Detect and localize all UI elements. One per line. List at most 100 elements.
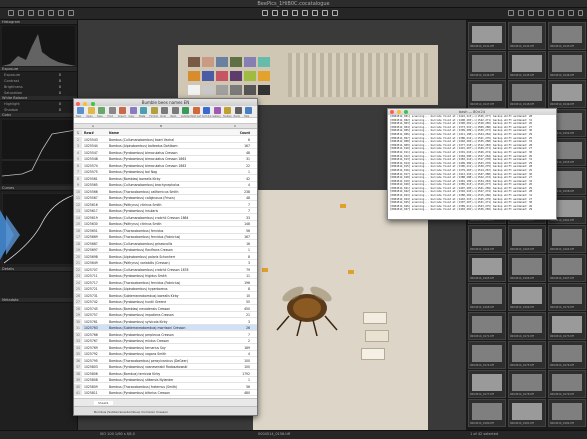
row-number[interactable]: 40 bbox=[74, 383, 82, 390]
table-row[interactable]: 38 1025806 Bombus (Bombus) terricola Kirby… bbox=[74, 370, 257, 377]
library-icon[interactable] bbox=[28, 10, 34, 16]
table-row[interactable]: 7 1025575 Bombus (Pyrobombus) bol Nag 1 bbox=[74, 169, 257, 176]
table-header-row[interactable]: 1 Row# Name Count bbox=[74, 130, 257, 137]
row-number[interactable]: 38 bbox=[74, 370, 82, 377]
table-row[interactable]: 28 1025745 Bombus (Bombias) nevadensis Cre… bbox=[74, 305, 257, 312]
row-number[interactable]: 29 bbox=[74, 312, 82, 319]
filmstrip-thumbnail[interactable]: 0004514_0181.tiff bbox=[508, 399, 546, 427]
table-row[interactable]: 27 1025742 Bombus (Pyrobombus) huntii Gree… bbox=[74, 299, 257, 306]
filmstrip-thumbnail[interactable]: 0004514_0176.tiff bbox=[548, 341, 586, 369]
curves-header[interactable]: Curves bbox=[0, 186, 77, 191]
row-number[interactable]: 15 bbox=[74, 221, 82, 228]
row-number[interactable]: 31 bbox=[74, 325, 82, 332]
row-number[interactable]: 1 bbox=[74, 130, 82, 137]
undo-icon[interactable] bbox=[48, 10, 54, 16]
row-number[interactable]: 17 bbox=[74, 234, 82, 241]
settings-icon[interactable] bbox=[68, 10, 74, 16]
row-number[interactable]: 8 bbox=[74, 175, 82, 182]
next-arrow-icon[interactable] bbox=[0, 210, 22, 260]
autosum-icon[interactable] bbox=[182, 107, 189, 114]
filmstrip-thumbnail[interactable]: 0004514_0143.tiff bbox=[548, 22, 586, 50]
crop-icon[interactable] bbox=[282, 10, 288, 16]
filmstrip-thumbnail[interactable]: 0004514_0146.tiff bbox=[548, 51, 586, 79]
row-number[interactable]: 32 bbox=[74, 331, 82, 338]
table-row[interactable]: 21 1025649 Bombus (Psithyrus) variabilis (… bbox=[74, 260, 257, 267]
zoom-window-button[interactable] bbox=[404, 110, 409, 114]
table-row[interactable]: 35 1025792 Bombus (Pyrobombus) vagans Smit… bbox=[74, 351, 257, 358]
row-number[interactable]: 20 bbox=[74, 253, 82, 260]
color-wheel-area[interactable] bbox=[1, 120, 77, 184]
filmstrip-thumbnail[interactable]: 0004514_0180.tiff bbox=[468, 399, 506, 427]
filmstrip-thumbnail[interactable]: 0004514_0145.tiff bbox=[508, 51, 546, 79]
table-row[interactable]: 11 1025567 Bombus (Pyrobombus) caliginosus… bbox=[74, 195, 257, 202]
zoom-window-button[interactable] bbox=[90, 101, 95, 106]
table-row[interactable]: 32 1025766 Bombus (Pyrobombus) perplexus C… bbox=[74, 331, 257, 338]
import-icon[interactable] bbox=[8, 10, 14, 16]
redo-icon[interactable] bbox=[58, 10, 64, 16]
save-icon[interactable] bbox=[98, 107, 105, 114]
table-row[interactable]: 20 1025698 Bombus (Alpinobombus) polaris S… bbox=[74, 253, 257, 260]
new-icon[interactable] bbox=[77, 107, 84, 114]
sort-z-a-icon[interactable] bbox=[203, 107, 210, 114]
row-number[interactable]: 6 bbox=[74, 162, 82, 169]
table-row[interactable]: 16 1025651 Bombus (Thoracobombus) fervidus… bbox=[74, 227, 257, 234]
table-row[interactable]: 14 1025619 Bombus (Cullumanobombus) crotch… bbox=[74, 214, 257, 221]
table-row[interactable]: 29 1025757 Bombus (Pyrobombus) impatiens C… bbox=[74, 312, 257, 319]
row-number[interactable]: 7 bbox=[74, 169, 82, 176]
copy-icon[interactable] bbox=[129, 107, 137, 114]
row-number[interactable]: 25 bbox=[74, 286, 82, 293]
row-number[interactable]: 24 bbox=[74, 279, 82, 286]
camera-icon[interactable] bbox=[38, 10, 44, 16]
close-window-button[interactable] bbox=[390, 110, 394, 114]
table-row[interactable]: 25 1025721 Bombus (Alpinobombus) hyperbore… bbox=[74, 286, 257, 293]
toolbox-icon[interactable] bbox=[224, 107, 231, 114]
close-window-button[interactable] bbox=[76, 101, 80, 106]
table-row[interactable]: 37 1025803 Bombus (Pyrobombus) vosnesenski… bbox=[74, 364, 257, 371]
table-row[interactable]: 9 1025565 Bombus (Cullumanobombus) brachyc… bbox=[74, 182, 257, 189]
grid-view-icon[interactable] bbox=[508, 10, 514, 16]
filmstrip-thumbnail[interactable]: 0004514_0141.tiff bbox=[468, 22, 506, 50]
filmstrip-thumbnail[interactable]: 0004514_0182.tiff bbox=[548, 399, 586, 427]
gradient-icon[interactable] bbox=[322, 10, 328, 16]
filmstrip-thumbnail[interactable]: 0004514_0178.tiff bbox=[508, 370, 546, 398]
table-row[interactable]: 4 1025547 Bombus (Pyrobombus) bimaculatus … bbox=[74, 149, 257, 156]
proof-icon[interactable] bbox=[548, 10, 554, 16]
table-row[interactable]: 17 1025669 Bombus (Thoracobombus) fervidus… bbox=[74, 234, 257, 241]
row-number[interactable]: 14 bbox=[74, 214, 82, 221]
row-number[interactable]: 37 bbox=[74, 364, 82, 371]
filmstrip-thumbnail[interactable]: 0004514_0147.tiff bbox=[468, 80, 506, 108]
column-header-c[interactable]: C bbox=[234, 124, 236, 129]
paste-icon[interactable] bbox=[140, 107, 147, 114]
row-number[interactable]: 13 bbox=[74, 208, 82, 215]
table-row[interactable]: 23 1025711 Bombus (Pyrobombus) frigidus Sm… bbox=[74, 273, 257, 280]
filmstrip-thumbnail[interactable]: 0004514_0177.tiff bbox=[468, 370, 506, 398]
row-number[interactable]: 5 bbox=[74, 156, 82, 163]
row-number[interactable]: 35 bbox=[74, 351, 82, 358]
table-row[interactable]: 24 1025717 Bombus (Thoracobombus) fervidus… bbox=[74, 279, 257, 286]
rotate-right-icon[interactable] bbox=[272, 10, 278, 16]
loupe-view-icon[interactable] bbox=[518, 10, 524, 16]
filmstrip-thumbnail[interactable]: 0004514_0172.tiff bbox=[508, 312, 546, 340]
open-icon[interactable] bbox=[87, 107, 95, 114]
row-number[interactable]: 27 bbox=[74, 299, 82, 306]
sheet-tab[interactable]: Sheet1 bbox=[94, 401, 113, 405]
row-number[interactable]: 18 bbox=[74, 240, 82, 247]
row-number[interactable]: 16 bbox=[74, 227, 82, 234]
table-row[interactable]: 13 1025617 Bombus (Pyrobombus) insularis 7 bbox=[74, 208, 257, 215]
table-row[interactable]: 12 1025616 Bombus (Psithyrus) citrinus Smi… bbox=[74, 201, 257, 208]
row-number[interactable]: 39 bbox=[74, 377, 82, 384]
table-row[interactable]: 18 1025687 Bombus (Cullumanobombus) griseo… bbox=[74, 240, 257, 247]
row-number[interactable]: 19 bbox=[74, 247, 82, 254]
row-number[interactable]: 33 bbox=[74, 338, 82, 345]
row-number[interactable]: 36 bbox=[74, 357, 82, 364]
print-icon[interactable] bbox=[108, 107, 116, 114]
compare-icon[interactable] bbox=[528, 10, 534, 16]
filmstrip-thumbnail[interactable]: 0004514_0175.tiff bbox=[508, 341, 546, 369]
filmstrip-thumbnail[interactable]: 0004514_0144.tiff bbox=[468, 51, 506, 79]
filmstrip-thumbnail[interactable]: 0004514_0170.tiff bbox=[548, 283, 586, 311]
table-row[interactable]: 39 1025808 Bombus (Pyrobombus) sitkensis N… bbox=[74, 377, 257, 384]
table-row[interactable]: 30 1025761 Bombus (Pyrobombus) sylvicola K… bbox=[74, 318, 257, 325]
minimize-window-button[interactable] bbox=[397, 110, 402, 114]
filmstrip-thumbnail[interactable]: 0004514_0174.tiff bbox=[468, 341, 506, 369]
filmstrip-thumbnail[interactable]: 0004514_0149.tiff bbox=[548, 80, 586, 108]
